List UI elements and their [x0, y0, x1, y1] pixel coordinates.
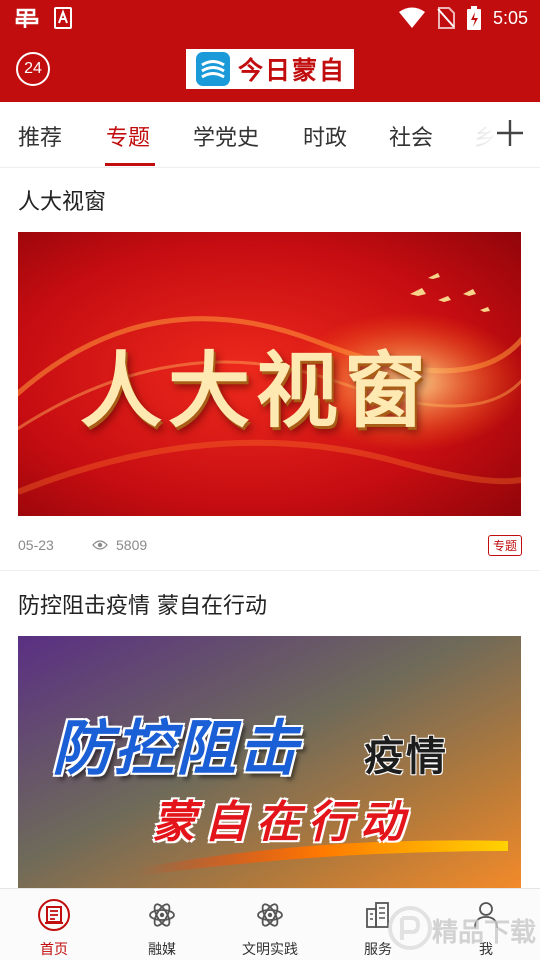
eye-icon — [92, 540, 108, 550]
article-views: 5809 — [92, 537, 147, 553]
atom-icon — [257, 903, 283, 927]
logo-mark-icon — [196, 52, 230, 86]
logo-text: 今日蒙自 — [238, 56, 347, 85]
cover-line1-a: 防控阻击 — [52, 714, 300, 784]
tab-party-history[interactable]: 学党史 — [193, 120, 259, 152]
nav-home[interactable]: 首页 — [0, 889, 108, 960]
cover-headline-line2: 蒙自在行动 — [152, 797, 412, 848]
active-tab-indicator — [105, 163, 155, 166]
wifi-icon — [398, 7, 425, 28]
status-bar: 5:05 — [0, 0, 540, 36]
no-sim-icon — [437, 7, 455, 29]
watermark-text: 精品下载 — [432, 918, 537, 948]
tab-recommend[interactable]: 推荐 — [18, 120, 62, 152]
app-header: 24 今日蒙自 — [0, 36, 540, 102]
newspaper-icon — [38, 899, 70, 931]
app-notification-icon — [15, 8, 39, 28]
nav-civilization-practice[interactable]: 文明实践 — [216, 889, 324, 960]
badge-label: 24 — [24, 60, 42, 77]
atom-icon — [149, 903, 175, 927]
tab-topics[interactable]: 专题 — [106, 120, 150, 152]
article-meta: 05-23 5809 专题 — [18, 534, 522, 556]
tab-politics[interactable]: 时政 — [303, 120, 347, 152]
24-hours-button[interactable]: 24 — [16, 52, 50, 86]
add-channel-icon[interactable] — [496, 118, 524, 148]
article-date: 05-23 — [18, 537, 54, 553]
article-title[interactable]: 人大视窗 — [18, 184, 106, 216]
channel-tabs: 推荐 专题 学党史 时政 社会 乡 — [0, 102, 540, 168]
nav-media[interactable]: 融媒 — [108, 889, 216, 960]
article-title[interactable]: 防控阻击疫情 蒙自在行动 — [18, 588, 267, 620]
clock: 5:05 — [492, 7, 528, 28]
article-divider — [0, 570, 540, 571]
tab-society[interactable]: 社会 — [389, 120, 433, 152]
nav-label: 融媒 — [148, 942, 176, 958]
font-notification-icon — [54, 7, 72, 29]
app-logo: 今日蒙自 — [186, 49, 354, 89]
topic-tag: 专题 — [487, 535, 522, 556]
article-cover-image[interactable]: 人大视窗 — [18, 232, 521, 516]
cover-title-text: 人大视窗 — [80, 343, 433, 439]
battery-charging-icon — [466, 6, 481, 30]
cover-headline-sub: 疫情 — [364, 734, 448, 780]
views-count: 5809 — [116, 537, 148, 553]
nav-label: 文明实践 — [242, 942, 298, 958]
nav-label: 首页 — [40, 942, 68, 958]
article-cover-image[interactable]: 防控阻击 疫情 蒙自在行动 — [18, 636, 521, 888]
cover-headline-main: 防控阻击 — [52, 700, 300, 787]
